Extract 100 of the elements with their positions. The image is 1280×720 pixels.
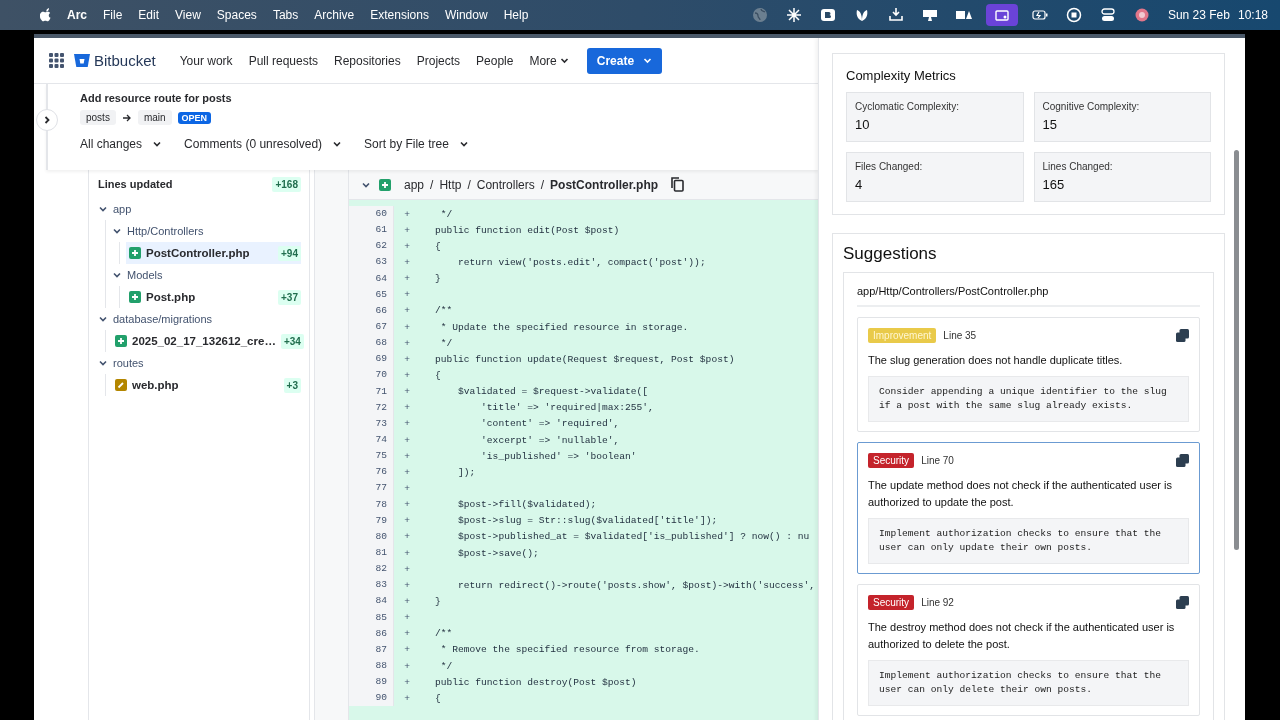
breadcrumb-label: Controllers	[476, 177, 535, 192]
diff-sign: +	[403, 402, 411, 414]
code-line: public function destroy(Post $post)	[435, 676, 637, 688]
diff-sign: +	[403, 692, 411, 704]
line-number: 75	[349, 448, 394, 465]
menu-item[interactable]: File	[103, 8, 123, 22]
code-line: * Update the specified resource in storage.	[440, 321, 689, 333]
filter-dropdown[interactable]: Sort by File tree	[356, 133, 477, 155]
code-line: ]);	[458, 466, 476, 478]
changed-file-row[interactable]: 2025_02_17_132612_cre… +34	[112, 330, 301, 352]
diff-sign: +	[403, 353, 411, 365]
diff-sign: +	[403, 531, 411, 543]
metric-value: 165	[1042, 177, 1066, 192]
code-line: /**	[435, 628, 453, 640]
code-line: }	[435, 273, 441, 285]
copy-icon[interactable]	[1176, 596, 1189, 609]
app-switcher-icon[interactable]	[49, 53, 64, 68]
chevron-down-icon	[152, 139, 163, 149]
added-file-icon	[379, 178, 391, 191]
line-number: 76	[349, 464, 394, 481]
card-title: Complexity Metrics	[846, 68, 957, 83]
diff-sign: +	[403, 305, 411, 317]
menu-item[interactable]: Extensions	[370, 8, 429, 22]
metric-value: 10	[855, 117, 871, 132]
code-line: $post->slug = Str::slug($validated['title']);	[458, 515, 718, 527]
file-name: 2025_02_17_132612_cre…	[132, 335, 276, 347]
suggestion-card[interactable]: Security Line 92 The destroy method does not check if the authenticated user is authorized to delete the post. Implement authorization checks to ensure that the user can only delete their own posts.	[857, 584, 1200, 716]
nav-link[interactable]: Repositories	[334, 53, 401, 68]
diff-sign: +	[403, 337, 411, 349]
recommendation-block: Implement authorization checks to ensure that the user can only delete their own posts.	[868, 660, 1189, 706]
lines-count: +37	[278, 289, 301, 305]
create-button[interactable]: Create	[586, 47, 663, 74]
line-reference: Line 35	[943, 330, 977, 341]
apple-icon[interactable]	[40, 8, 52, 22]
metric-label: Cognitive Complexity:	[1042, 101, 1141, 112]
suggestion-card[interactable]: Security Line 70 The update method does not check if the authenticated user is authorized to update the post. Implement authorization checks to ensure that the user can only update their own posts.	[857, 442, 1200, 574]
suggestion-card[interactable]: Improvement Line 35 The slug generation does not handle duplicate titles. Consider appending a unique identifier to the slug if a post with the same slug already exists.	[857, 317, 1200, 432]
diff-sign: +	[403, 450, 411, 462]
diff-sign: +	[403, 289, 411, 301]
metric-label: Files Changed:	[855, 161, 924, 172]
changed-file-row[interactable]: PostController.php +94	[126, 242, 301, 264]
suggestion-tag: Security	[868, 453, 915, 468]
diff-sign: +	[403, 660, 411, 672]
nav-link[interactable]: Projects	[416, 53, 461, 68]
diff-sign: +	[403, 386, 411, 398]
nav-link[interactable]: Your work	[179, 53, 233, 68]
nav-link[interactable]: Pull requests	[248, 53, 318, 68]
changed-file-row[interactable]: Post.php +37	[126, 286, 301, 308]
metric-label: Cyclomatic Complexity:	[855, 101, 960, 112]
copy-icon[interactable]	[1176, 329, 1189, 342]
code-line: $post->published_at = $validated['is_published'] ? now() : nu	[458, 531, 810, 543]
line-number: 63	[349, 254, 394, 271]
scrollbar[interactable]	[1234, 150, 1239, 550]
filter-dropdown[interactable]: Comments (0 unresolved)	[176, 133, 351, 155]
diff-sign: +	[403, 628, 411, 640]
menu-item[interactable]: Tabs	[272, 8, 299, 22]
nav-link[interactable]: People	[476, 53, 514, 68]
lines-count: +34	[280, 333, 304, 349]
screen-share-icon[interactable]	[985, 4, 1018, 26]
menu-item[interactable]: Spaces	[216, 8, 257, 22]
line-number: 84	[349, 593, 394, 610]
folder-name: database/migrations	[113, 313, 213, 325]
folder-item[interactable]: Http/Controllers	[112, 220, 301, 242]
diff-sign: +	[403, 240, 411, 252]
status-lozenge: OPEN	[177, 111, 212, 124]
line-number: 89	[349, 674, 394, 691]
diff-sign: +	[403, 369, 411, 381]
bucket-logo-icon	[74, 53, 90, 68]
filter-dropdown[interactable]: All changes	[72, 133, 171, 155]
diff-sign: +	[403, 563, 411, 575]
changed-file-row[interactable]: web.php +3	[112, 374, 301, 396]
diff-sign: +	[403, 466, 411, 478]
app-menu[interactable]: Arc	[67, 8, 87, 22]
breadcrumb-label: Http	[439, 177, 462, 192]
path-separator: /	[430, 177, 434, 192]
metric-value: 4	[855, 177, 864, 192]
file-path: app/Http/Controllers/PostController.php	[857, 285, 1200, 307]
branch-label[interactable]: posts	[80, 110, 116, 125]
menu-item[interactable]: Window	[444, 8, 488, 22]
code-line: public function update(Request $request, Post $post)	[435, 353, 735, 365]
menu-item[interactable]: Edit	[138, 8, 160, 22]
folder-item[interactable]: routes	[98, 352, 301, 374]
more-menu[interactable]: More	[529, 53, 569, 68]
diff-sign: +	[403, 547, 411, 559]
menu-item[interactable]: Archive	[314, 8, 355, 22]
suggestion-tag: Security	[868, 595, 915, 610]
metric-value: 15	[1042, 117, 1058, 132]
added-file-icon	[129, 247, 141, 259]
menu-item[interactable]: Help	[503, 8, 529, 22]
suggestion-message: The update method does not check if the authenticated user is authorized to update the post.	[868, 478, 1173, 510]
copy-icon[interactable]	[671, 177, 685, 192]
code-line: 'content' => 'required',	[481, 418, 620, 430]
menu-item[interactable]: View	[175, 8, 201, 22]
folder-item[interactable]: Models	[112, 264, 301, 286]
branch-label[interactable]: main	[137, 110, 172, 125]
product-name[interactable]: Bitbucket	[94, 52, 156, 69]
folder-item[interactable]: database/migrations	[98, 308, 301, 330]
folder-item[interactable]: app	[98, 198, 301, 220]
expand-sidebar-button[interactable]	[36, 109, 58, 131]
copy-icon[interactable]	[1176, 454, 1189, 467]
